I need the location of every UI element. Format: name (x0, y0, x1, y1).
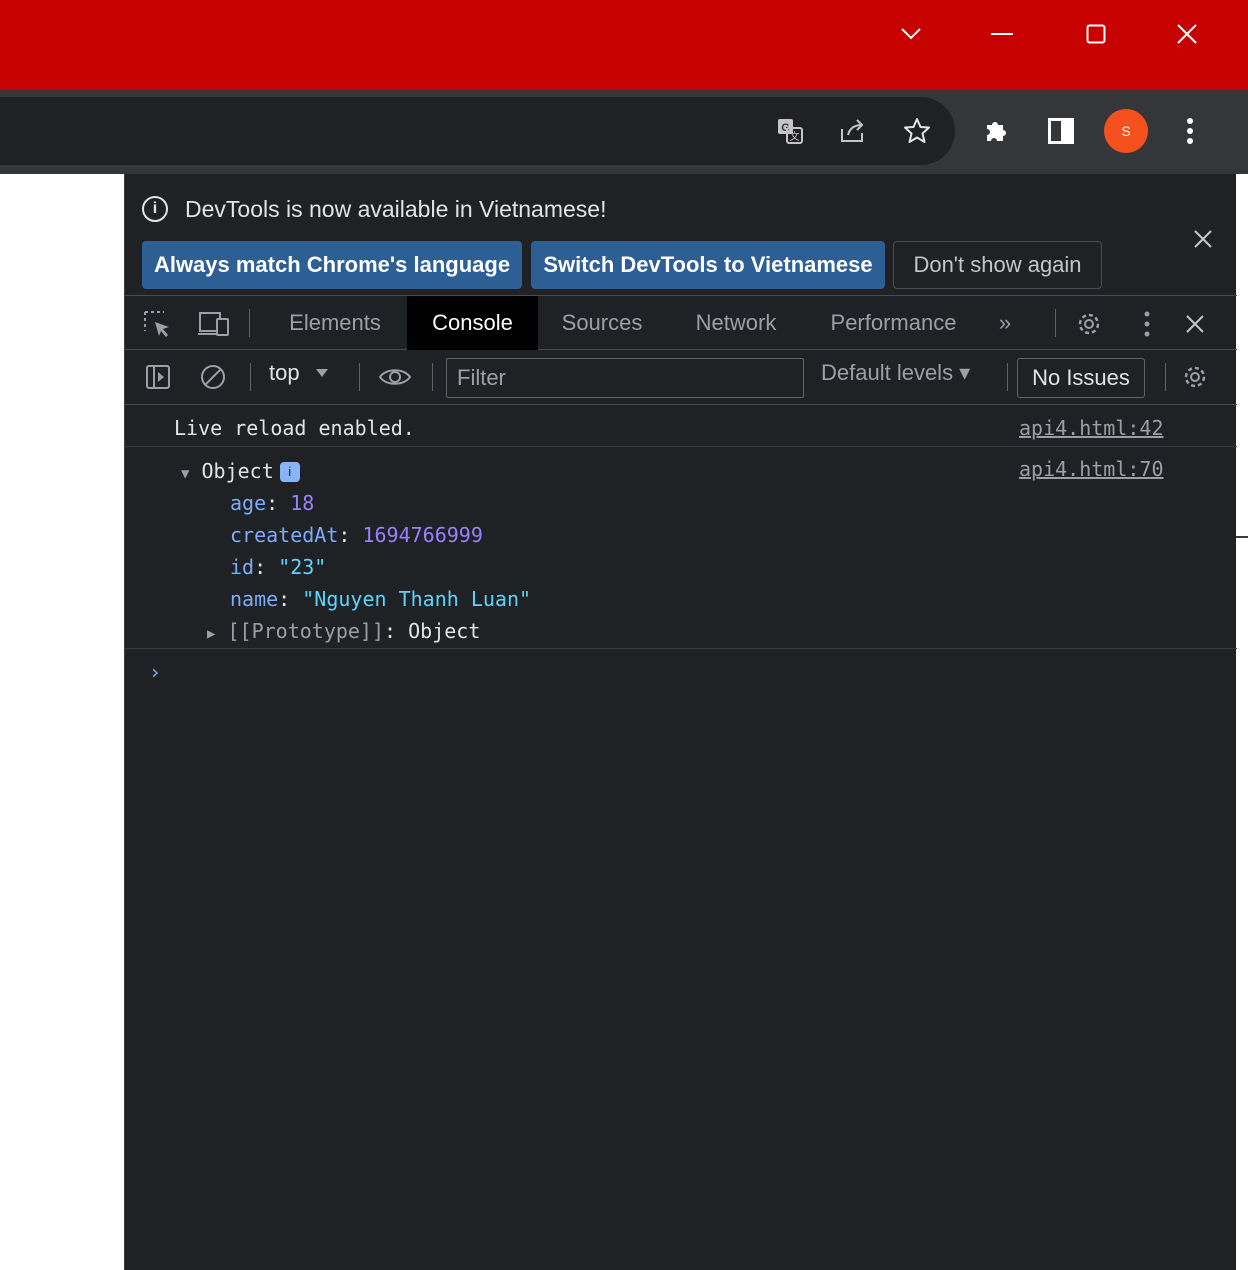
issues-button[interactable]: No Issues (1017, 358, 1145, 398)
console-prompt[interactable]: › (149, 660, 161, 684)
device-toolbar-button[interactable] (196, 308, 232, 340)
devtools-settings-button[interactable] (1073, 308, 1105, 340)
extensions-button[interactable] (978, 113, 1014, 149)
avatar-letter: S (1121, 123, 1131, 139)
expanded-triangle-icon: ▼ (181, 466, 190, 482)
object-property: age: 18 (230, 491, 315, 515)
web-page-content (0, 174, 124, 1270)
tab-search-button[interactable] (891, 14, 931, 54)
collapsed-triangle-icon: ▶ (207, 626, 216, 642)
log-levels-dropdown[interactable]: Default levels ▾ (821, 360, 970, 386)
language-infobar: i DevTools is now available in Vietnames… (125, 174, 1237, 296)
execution-context-selector[interactable]: top (269, 360, 328, 386)
device-icon (198, 312, 229, 336)
infobar-close-button[interactable] (1188, 224, 1218, 254)
close-icon (1186, 315, 1204, 333)
bookmark-button[interactable] (899, 113, 935, 149)
maximize-icon (1086, 24, 1106, 44)
show-sidebar-button[interactable] (142, 361, 174, 393)
tab-performance[interactable]: Performance (806, 296, 981, 350)
source-link[interactable]: api4.html:42 (1019, 416, 1164, 440)
dont-show-again-button[interactable]: Don't show again (893, 241, 1102, 289)
info-badge-icon[interactable]: i (279, 462, 300, 482)
minimize-icon (991, 33, 1013, 35)
console-message: api4.html:70 ▼ Object i age: 18 createdAt… (125, 447, 1237, 649)
devtools-menu-button[interactable] (1131, 308, 1163, 340)
log-text: Live reload enabled. (174, 416, 415, 440)
clear-console-button[interactable] (197, 361, 229, 393)
object-label: Object (201, 459, 274, 483)
sidebar-icon (146, 365, 170, 389)
side-panel-icon (1048, 118, 1074, 144)
live-expression-button[interactable] (377, 361, 413, 393)
svg-text:文: 文 (790, 130, 800, 143)
caret-down-icon (315, 369, 328, 377)
inspect-icon (144, 311, 169, 337)
close-icon (1194, 230, 1212, 248)
more-vert-icon (1187, 118, 1193, 144)
share-icon (841, 119, 864, 142)
console-toolbar: top Default levels ▾ No Issues (125, 350, 1237, 405)
console-filter-input[interactable] (446, 358, 804, 398)
share-button[interactable] (834, 113, 870, 149)
devtools-tab-bar: Elements Console Sources Network Perform… (125, 296, 1237, 350)
switch-devtools-language-button[interactable]: Switch DevTools to Vietnamese (531, 241, 885, 289)
screenshot-root: G 文 S i DevTools is now available in Vie… (0, 0, 1248, 1270)
tab-sources[interactable]: Sources (538, 296, 666, 350)
source-link[interactable]: api4.html:70 (1019, 457, 1164, 481)
object-header[interactable]: ▼ Object i (181, 459, 300, 483)
more-vert-icon (1144, 311, 1150, 337)
translate-button[interactable]: G 文 (772, 113, 808, 149)
omnibox[interactable] (0, 97, 955, 165)
block-icon (201, 365, 225, 389)
gear-icon (1184, 366, 1206, 388)
chrome-menu-button[interactable] (1172, 113, 1208, 149)
chevron-down-icon (901, 28, 921, 40)
extensions-icon (987, 122, 1006, 141)
console-settings-button[interactable] (1179, 361, 1211, 393)
object-property: createdAt: 1694766999 (230, 523, 483, 547)
browser-toolbar: G 文 S (0, 90, 1248, 174)
gear-icon (1078, 313, 1100, 335)
side-panel-button[interactable] (1043, 113, 1079, 149)
close-window-button[interactable] (1167, 14, 1207, 54)
console-message: Live reload enabled. api4.html:42 (125, 405, 1237, 447)
object-property: name: "Nguyen Thanh Luan" (230, 587, 532, 611)
tab-elements[interactable]: Elements (265, 296, 405, 350)
context-label: top (269, 360, 300, 385)
info-icon: i (142, 196, 168, 222)
devtools-panel: i DevTools is now available in Vietnames… (124, 174, 1237, 1270)
infobar-message: DevTools is now available in Vietnamese! (185, 196, 607, 222)
title-bar (0, 0, 1248, 90)
console-messages: Live reload enabled. api4.html:42 api4.h… (125, 405, 1237, 684)
profile-avatar[interactable]: S (1104, 109, 1148, 153)
close-icon (1177, 24, 1197, 44)
inspect-element-button[interactable] (141, 308, 173, 340)
maximize-button[interactable] (1076, 14, 1116, 54)
object-property: id: "23" (230, 555, 327, 579)
tab-network[interactable]: Network (666, 296, 806, 350)
star-icon (904, 118, 930, 143)
more-tabs-button[interactable]: » (985, 296, 1025, 350)
prototype-row[interactable]: ▶ [[Prototype]]: Object (207, 619, 480, 643)
close-devtools-button[interactable] (1179, 308, 1211, 340)
eye-icon (378, 369, 412, 385)
always-match-language-button[interactable]: Always match Chrome's language (142, 241, 522, 289)
page-scrollbar-area (1236, 174, 1248, 1270)
translate-icon: G 文 (778, 119, 803, 144)
minimize-button[interactable] (982, 14, 1022, 54)
tab-console[interactable]: Console (407, 296, 538, 350)
